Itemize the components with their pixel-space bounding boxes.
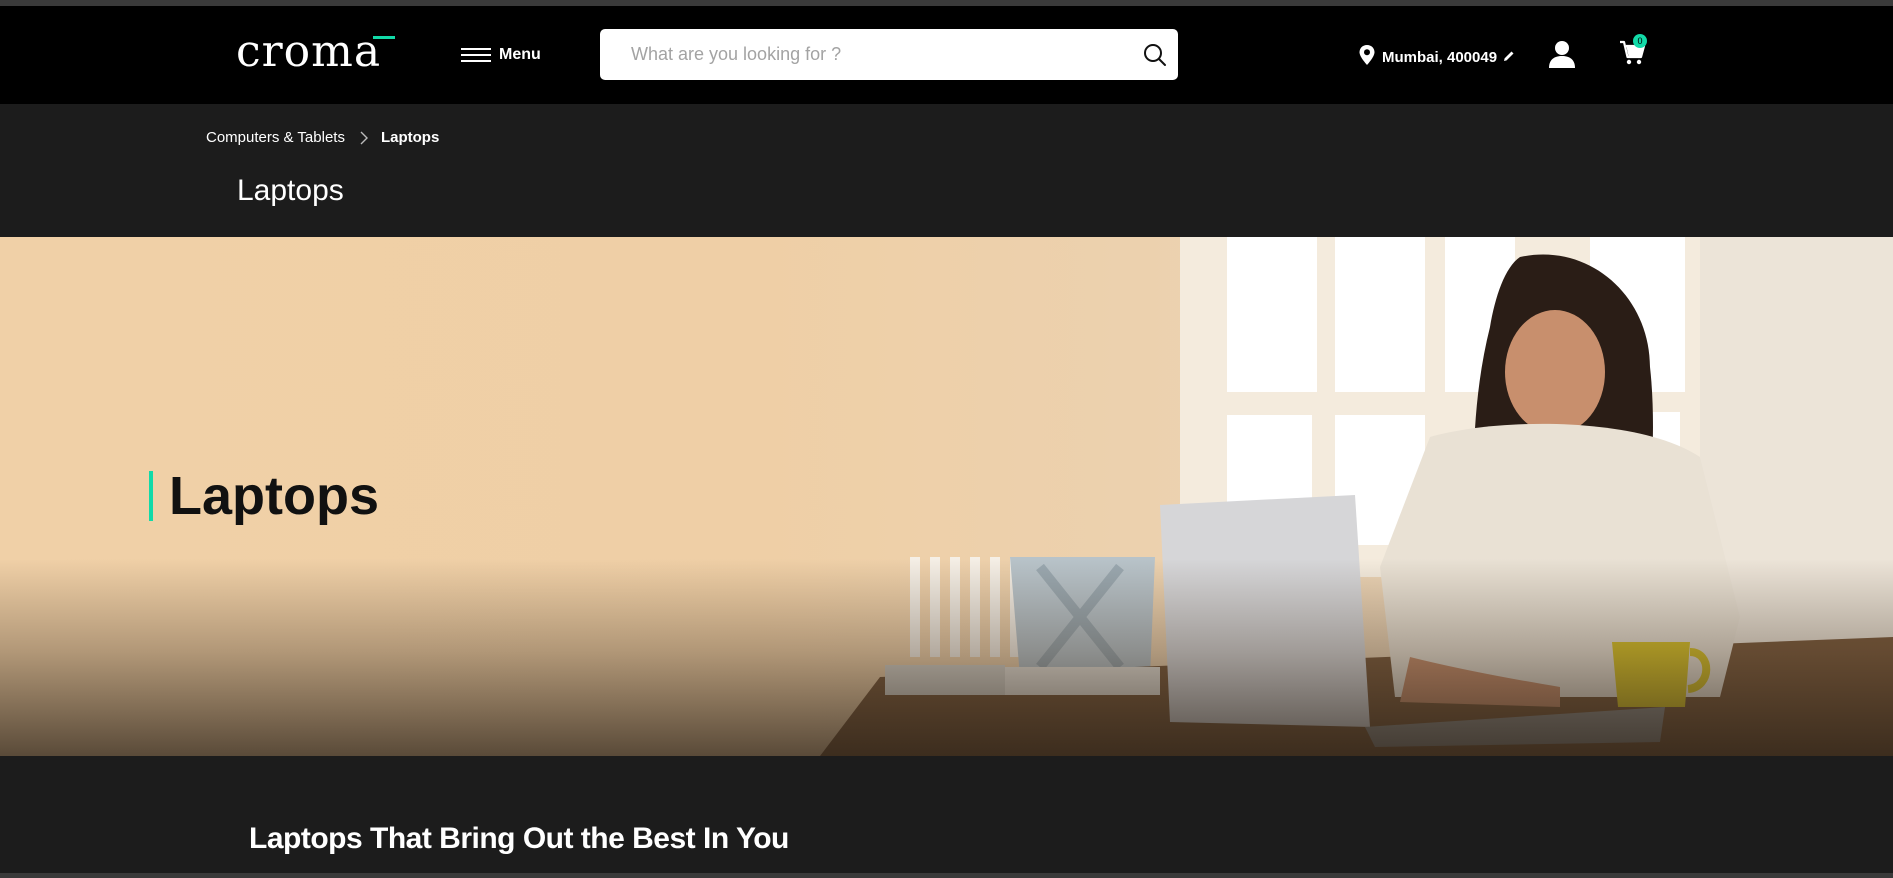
cart-icon — [1619, 40, 1647, 71]
hero-accent-bar — [149, 471, 153, 521]
location-selector[interactable]: Mumbai, 400049 — [1358, 44, 1515, 71]
logo-macron — [373, 36, 395, 39]
browser-bottom-strip — [0, 873, 1893, 878]
chevron-right-icon — [359, 131, 369, 145]
search-bar — [600, 29, 1178, 80]
location-pin-icon — [1358, 44, 1376, 71]
page-title: Laptops — [237, 174, 344, 207]
search-input[interactable] — [600, 29, 1120, 80]
cart-button[interactable]: 0 — [1619, 34, 1647, 72]
croma-logo[interactable]: croma — [236, 30, 395, 74]
user-account-icon[interactable] — [1546, 38, 1578, 75]
breadcrumb-link-computers-tablets[interactable]: Computers & Tablets — [206, 129, 345, 146]
hamburger-icon — [461, 46, 491, 64]
section-heading: Laptops That Bring Out the Best In You — [249, 822, 789, 855]
hero-banner[interactable]: Laptops — [0, 237, 1893, 756]
cart-count-badge: 0 — [1633, 34, 1647, 48]
menu-label: Menu — [499, 46, 541, 63]
menu-button[interactable]: Menu — [461, 46, 541, 64]
breadcrumb-current: Laptops — [380, 129, 440, 146]
edit-pencil-icon[interactable] — [1503, 49, 1515, 67]
site-header: croma Menu Mumbai, 400049 — [0, 6, 1893, 104]
location-text: Mumbai, 400049 — [1382, 49, 1498, 66]
hero-title: Laptops — [169, 466, 379, 526]
breadcrumb: Computers & Tablets Laptops — [206, 129, 439, 146]
search-icon[interactable] — [1142, 42, 1168, 73]
hero-title-block: Laptops — [149, 465, 379, 527]
logo-text: croma — [236, 26, 382, 77]
